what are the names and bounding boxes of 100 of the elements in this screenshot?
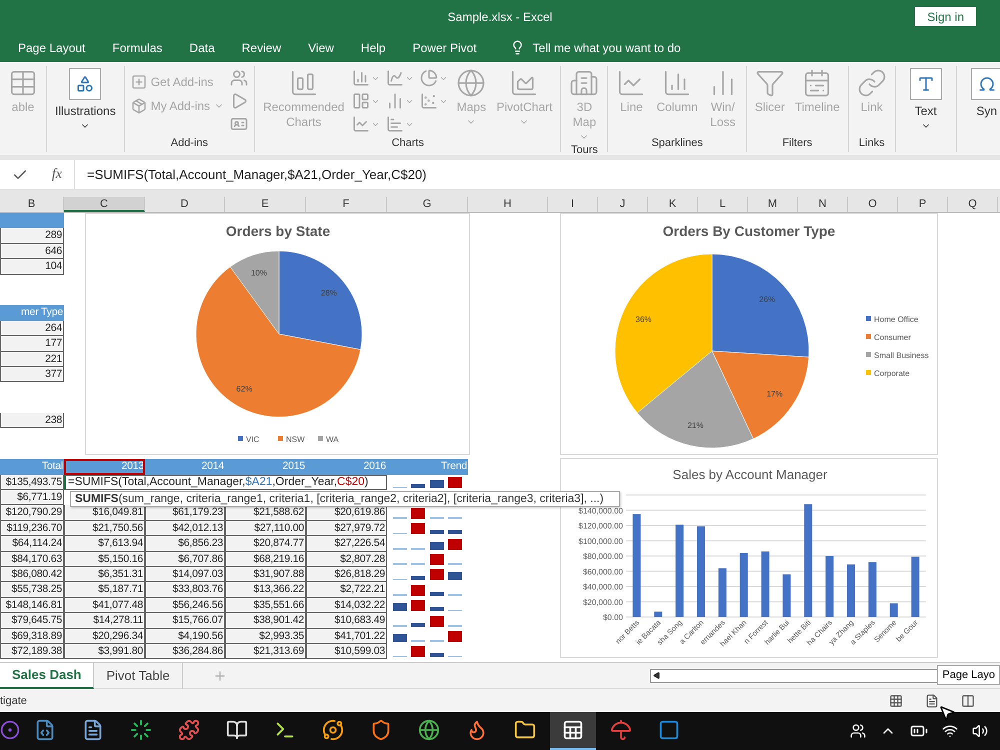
line-chart-icon	[352, 115, 370, 133]
table-cell: $56,246.56	[145, 598, 225, 614]
ribbon-button[interactable]: Illustrations	[53, 66, 118, 133]
table-cell: $26,818.29	[306, 566, 387, 582]
ribbon-tab[interactable]: Power Pivot	[412, 40, 488, 54]
bar-chart-icon	[386, 115, 404, 133]
ribbon-tab[interactable]: View	[308, 40, 345, 54]
ribbon-tab[interactable]: Formulas	[112, 40, 174, 54]
table-cell: $35,551.66	[225, 598, 306, 614]
table-cell: $10,599.03	[306, 644, 387, 660]
code-file-icon	[34, 719, 56, 741]
ribbon-tab[interactable]: Review	[242, 40, 292, 54]
sign-in-button[interactable]: Sign in	[915, 7, 976, 26]
spreadsheet-icon	[562, 719, 584, 741]
data-label: 36%	[636, 314, 652, 324]
group-label: Filters	[781, 137, 814, 151]
table-cell: $86,080.42	[0, 566, 64, 582]
bar	[718, 568, 726, 618]
people-icon	[230, 69, 248, 87]
table-cell: $14,097.03	[145, 566, 225, 582]
people-icon[interactable]	[850, 723, 866, 739]
column-header[interactable]: O	[848, 197, 898, 212]
panel-chart-icon	[352, 92, 370, 110]
ribbon-tab[interactable]: Help	[360, 40, 397, 54]
page-break-button[interactable]	[961, 694, 975, 708]
column-header[interactable]: J	[598, 197, 648, 212]
table-cell: $68,219.16	[225, 552, 306, 567]
normal-view-button[interactable]	[889, 694, 903, 708]
table-header-cell: 2016	[306, 459, 387, 475]
win-loss-bar	[411, 576, 426, 580]
column-header[interactable]: H	[468, 197, 548, 212]
table-cell: $31,907.88	[225, 566, 306, 582]
insert-function-button[interactable]: fx	[52, 166, 62, 182]
win-loss-bar	[448, 630, 462, 642]
table-cell: $6,771.19	[0, 490, 64, 506]
legend-label: Small Business	[874, 351, 929, 360]
legend-swatch	[278, 436, 283, 441]
column-header[interactable]: K	[648, 197, 698, 212]
table-cell: $27,110.00	[225, 520, 306, 536]
bar	[740, 553, 748, 618]
data-label: 26%	[759, 295, 776, 304]
wifi-icon[interactable]	[942, 723, 958, 739]
globe-icon	[418, 719, 440, 741]
axis-label: $40,000.00	[582, 582, 623, 592]
text-icon	[916, 75, 935, 93]
play-icon	[230, 92, 248, 110]
table-cell: $69,318.89	[0, 628, 64, 644]
table-cell: $120,790.29	[0, 505, 64, 521]
sheet-tab[interactable]: Sales Dash	[0, 662, 94, 688]
table-cell: $15,766.07	[145, 613, 225, 629]
win-loss-bar	[411, 523, 426, 534]
chart-title: Sales by Account Manager	[672, 467, 828, 482]
cell-editor[interactable]: =SUMIFS(Total,Account_Manager,$A21,Order_Year,C$20)	[64, 474, 387, 490]
table-cell: $7,613.94	[64, 536, 145, 552]
table-cell: $20,296.34	[64, 628, 145, 644]
column-header[interactable]: C	[64, 197, 145, 212]
column-header[interactable]: I	[548, 197, 598, 212]
page-layout-button[interactable]	[925, 694, 939, 708]
column-header[interactable]: F	[306, 197, 387, 212]
table-cell: $36,284.86	[145, 644, 225, 660]
column-header[interactable]: P	[898, 197, 948, 212]
column-header[interactable]: E	[225, 197, 306, 212]
legend-swatch	[318, 436, 323, 441]
folder-icon	[514, 719, 536, 741]
column-header[interactable]: M	[748, 197, 798, 212]
tell-me-search[interactable]: Tell me what you want to do	[510, 40, 681, 55]
speaker-icon[interactable]	[972, 723, 988, 739]
column-header[interactable]: Q	[948, 197, 998, 212]
column-header[interactable]: G	[387, 197, 468, 212]
table-header-cell: 2013	[64, 459, 145, 475]
orbit-icon	[322, 719, 344, 741]
chart-title: Orders by State	[226, 223, 330, 239]
column-chart-icon	[352, 69, 370, 87]
table-cell: $33,803.76	[145, 582, 225, 598]
column-header[interactable]: L	[698, 197, 748, 212]
axis-label: $20,000.00	[582, 598, 623, 607]
group-label: Charts	[390, 137, 425, 151]
package-icon	[130, 98, 147, 114]
win-loss-bar	[448, 572, 462, 580]
column-header[interactable]: N	[798, 197, 848, 212]
ribbon-button[interactable]: Text	[902, 66, 950, 133]
column-header[interactable]: D	[145, 197, 225, 212]
win-loss-bar	[411, 600, 426, 612]
table-cell: $21,313.69	[225, 644, 306, 660]
shield-icon	[370, 719, 392, 741]
id-card-icon	[230, 115, 248, 133]
taskbar-app[interactable]	[550, 712, 596, 750]
tooltip: Page Layo	[937, 665, 1000, 685]
ribbon-button[interactable]: Syn	[962, 66, 1000, 121]
table-cell: $14,278.11	[64, 613, 145, 629]
formula-text: =SUMIFS(Total,Account_Manager,	[68, 476, 246, 488]
formula-field[interactable]: =SUMIFS(Total,Account_Manager,$A21,Order_Year,C$20)	[75, 167, 427, 182]
document-icon	[82, 719, 104, 741]
legend-swatch	[866, 334, 871, 339]
scroll-left-icon[interactable]	[653, 672, 660, 679]
table-cell: $41,077.48	[64, 598, 145, 614]
table-cell: $64,114.24	[0, 536, 64, 552]
ribbon-tab[interactable]: Page Layout	[18, 40, 96, 54]
axis-label: $0.00	[602, 613, 623, 622]
ribbon-tab[interactable]: Data	[189, 40, 226, 54]
